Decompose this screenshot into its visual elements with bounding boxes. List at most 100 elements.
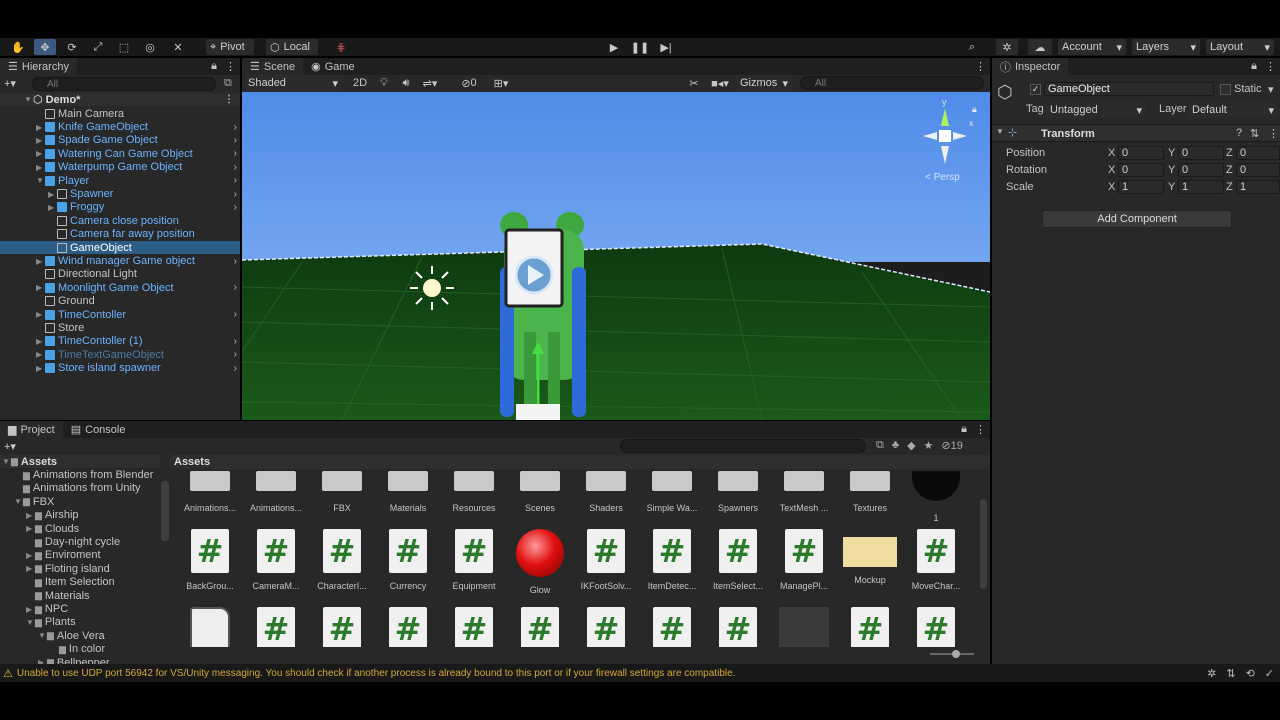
checkmark-icon[interactable]: ✓ [1265, 667, 1274, 680]
chevron-right-icon[interactable]: › [234, 122, 237, 133]
hierarchy-item[interactable]: ▼ Player › [0, 174, 240, 187]
chevron-right-icon[interactable]: › [234, 363, 237, 374]
transform-y-field[interactable]: 0 [1178, 146, 1224, 160]
rebuild-icon[interactable]: ⟲ [1246, 667, 1255, 680]
expand-arrow-icon[interactable]: ▶ [26, 551, 35, 560]
transform-y-field[interactable]: 0 [1178, 163, 1224, 177]
chevron-down-icon[interactable]: ▾ [1268, 83, 1274, 96]
project-tree-item[interactable]: ▶ ▆ Airship [0, 509, 160, 522]
hierarchy-item[interactable]: ▶ Waterpump Game Object › [0, 161, 240, 174]
asset-item[interactable] [774, 607, 834, 647]
scale-tool-icon[interactable]: ⤢ [88, 39, 108, 55]
move-tool-icon[interactable]: ✥ [34, 39, 56, 55]
tab-inspector[interactable]: ⓘ Inspector [992, 58, 1069, 75]
asset-folder[interactable]: TextMesh ... [774, 471, 834, 513]
transform-z-field[interactable]: 1 [1236, 180, 1280, 194]
asset-item[interactable]: # [642, 607, 702, 647]
asset-item[interactable]: # Currency [378, 529, 438, 591]
hierarchy-item[interactable]: Ground [0, 295, 240, 308]
expand-arrow-icon[interactable]: ▶ [36, 123, 45, 132]
settings-icon[interactable]: ⇅ [1250, 127, 1259, 140]
hierarchy-item[interactable]: Directional Light [0, 268, 240, 281]
axis-y-label[interactable]: Y [1168, 181, 1175, 193]
asset-folder[interactable]: Spawners [708, 471, 768, 513]
hierarchy-item[interactable]: ▶ TimeContoller › [0, 308, 240, 321]
asset-scrollbar[interactable] [980, 499, 987, 589]
chevron-right-icon[interactable]: › [234, 189, 237, 200]
asset-folder[interactable]: Shaders [576, 471, 636, 513]
collab-icon[interactable]: ✲ [996, 39, 1018, 55]
more-icon[interactable]: ⋮ [224, 94, 234, 105]
asset-item[interactable]: # Equipment [444, 529, 504, 591]
expand-arrow-icon[interactable]: ▶ [36, 350, 45, 359]
expand-arrow-icon[interactable]: ▶ [48, 190, 57, 199]
asset-item[interactable]: # IKFootSolv... [576, 529, 636, 591]
expand-arrow-icon[interactable]: ▶ [48, 203, 57, 212]
hierarchy-item[interactable]: ▶ TimeContoller (1) › [0, 335, 240, 348]
tab-hierarchy[interactable]: ☰ Hierarchy [0, 58, 77, 75]
layout-dropdown[interactable]: Layout ▾ [1206, 39, 1274, 55]
persp-label[interactable]: < Persp [925, 172, 960, 183]
breadcrumb-assets[interactable]: Assets [174, 456, 210, 468]
expand-arrow-icon[interactable]: ▼ [14, 497, 23, 506]
more-icon[interactable]: ⋮ [1265, 60, 1276, 73]
tab-game[interactable]: ◉ Game [303, 58, 363, 75]
layer-dropdown[interactable]: Default ▾ [1188, 102, 1278, 118]
project-tree-item[interactable]: ▶ ▆ Floting island [0, 562, 160, 575]
transform-y-field[interactable]: 1 [1178, 180, 1224, 194]
project-tree-item[interactable]: ▆ Item Selection [0, 576, 160, 589]
hierarchy-item[interactable]: Camera far away position [0, 228, 240, 241]
project-tree-item[interactable]: ▆ Animations from Blender [0, 468, 160, 481]
axis-x-label[interactable]: X [1108, 147, 1115, 159]
asset-folder[interactable]: Animations... [180, 471, 240, 513]
project-tree-item[interactable]: ▆ Animations from Unity [0, 482, 160, 495]
axis-y-label[interactable]: Y [1168, 147, 1175, 159]
tab-scene[interactable]: ☰ Scene [242, 58, 304, 75]
asset-item[interactable]: # [444, 607, 504, 647]
asset-item[interactable]: Glow [510, 529, 570, 595]
directional-light-icon[interactable] [410, 266, 454, 310]
chevron-right-icon[interactable]: › [234, 162, 237, 173]
static-checkbox[interactable] [1220, 84, 1231, 95]
expand-arrow-icon[interactable]: ▶ [36, 337, 45, 346]
project-tree-item[interactable]: ▶ ▆ NPC [0, 602, 160, 615]
filter-type-icon[interactable]: ⧉ [876, 439, 884, 452]
chevron-right-icon[interactable]: › [234, 282, 237, 293]
expand-arrow-icon[interactable]: ▶ [26, 605, 35, 614]
hierarchy-item[interactable]: ▶ Spawner › [0, 187, 240, 200]
play-button[interactable]: ▶ [604, 39, 624, 55]
project-tree-item[interactable]: ▼ ▆ Aloe Vera [0, 629, 160, 642]
hierarchy-item[interactable]: ▶ Moonlight Game Object › [0, 281, 240, 294]
asset-folder[interactable]: Materials [378, 471, 438, 513]
hierarchy-item[interactable]: ▶ Watering Can Game Object › [0, 147, 240, 160]
tag-dropdown[interactable]: Untagged ▾ [1046, 102, 1146, 118]
asset-item[interactable]: # MoveChar... [906, 529, 966, 591]
transform-x-field[interactable]: 1 [1118, 180, 1164, 194]
axis-z-label[interactable]: Z [1226, 164, 1233, 176]
asset-item[interactable]: Mockup [840, 529, 900, 585]
step-button[interactable]: ▶| [656, 39, 676, 55]
favorite-star-icon[interactable]: ★ [924, 439, 934, 452]
chevron-right-icon[interactable]: › [234, 336, 237, 347]
asset-item[interactable]: # [840, 607, 900, 647]
tools-icon[interactable]: ✂ [686, 75, 702, 91]
asset-item[interactable]: # [576, 607, 636, 647]
expand-arrow-icon[interactable]: ▼ [36, 176, 45, 185]
help-icon[interactable]: ? [1236, 127, 1242, 139]
hidden-packages-toggle[interactable]: ⊘19 [941, 439, 962, 452]
expand-arrow-icon[interactable]: ▼ [24, 95, 33, 104]
expand-arrow-icon[interactable]: ▼ [26, 618, 35, 627]
custom-tool-icon[interactable]: ✕ [168, 39, 188, 55]
filter-label-icon[interactable]: ♣ [892, 439, 899, 452]
axis-z-label[interactable]: Z [1226, 147, 1233, 159]
more-icon[interactable]: ⋮ [975, 60, 986, 73]
transform-z-field[interactable]: 0 [1236, 163, 1280, 177]
hierarchy-item[interactable]: GameObject [0, 241, 240, 255]
expand-arrow-icon[interactable]: ▼ [2, 457, 11, 466]
chevron-right-icon[interactable]: › [234, 202, 237, 213]
hidden-objects-toggle[interactable]: ⊘ 0 [456, 75, 482, 91]
asset-item[interactable]: # [906, 607, 966, 647]
transform-z-field[interactable]: 0 [1236, 146, 1280, 160]
chevron-right-icon[interactable]: › [234, 309, 237, 320]
pivot-toggle[interactable]: ⌖ Pivot [206, 39, 254, 55]
